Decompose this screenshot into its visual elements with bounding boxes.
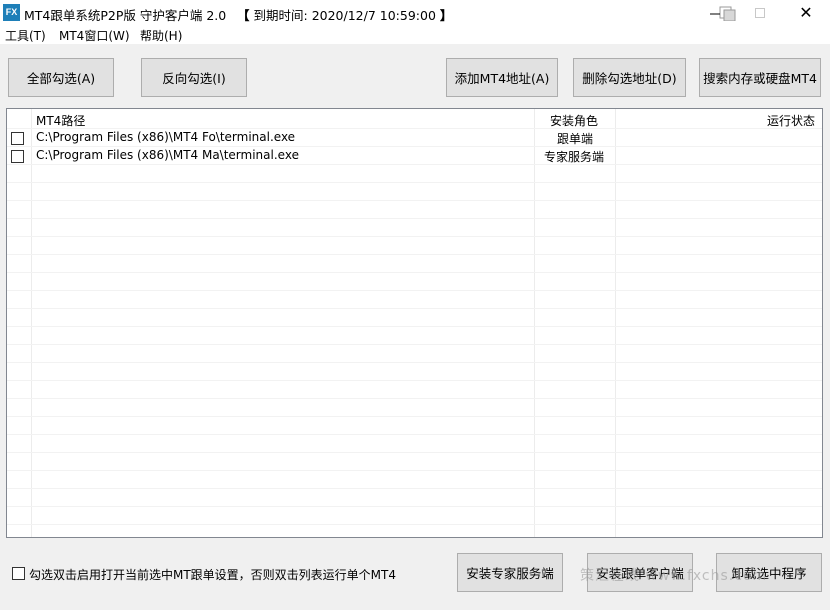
row-divider (7, 218, 822, 219)
row-divider (7, 326, 822, 327)
expiry-info: 【 到期时间: 2020/12/7 10:59:00 】 (237, 5, 452, 24)
double-click-settings-label[interactable]: 勾选双击启用打开当前选中MT跟单设置，否则双击列表运行单个MT4 (29, 566, 396, 583)
row-divider (7, 470, 822, 471)
row-checkbox[interactable] (11, 132, 24, 145)
select-all-button[interactable]: 全部勾选(A) (8, 58, 114, 97)
expiry-label: 到期时间: (253, 8, 308, 23)
restore-windows-icon[interactable] (708, 5, 738, 21)
row-divider (7, 272, 822, 273)
expiry-open-bracket: 【 (237, 8, 250, 23)
menu-tools[interactable]: 工具(T) (5, 27, 46, 44)
column-divider (615, 109, 616, 537)
double-click-settings-checkbox[interactable] (12, 567, 25, 580)
menu-mt4-window[interactable]: MT4窗口(W) (59, 27, 130, 44)
row-divider (7, 506, 822, 507)
row-divider (7, 344, 822, 345)
watermark: 策汇在线 www.fxchs.com (580, 568, 768, 584)
column-divider (534, 109, 535, 537)
search-mt4-button[interactable]: 搜索内存或硬盘MT4 (699, 58, 821, 97)
close-icon: ✕ (799, 3, 813, 22)
app-logo-icon: FX (3, 4, 20, 21)
window-title: MT4跟单系统P2P版 守护客户端 2.0 (24, 8, 227, 23)
row-divider (7, 416, 822, 417)
row-divider (7, 380, 822, 381)
title-bar: FX MT4跟单系统P2P版 守护客户端 2.0 【 到期时间: 2020/12… (0, 0, 830, 26)
maximize-icon (755, 8, 765, 18)
row-divider (7, 200, 822, 201)
row-divider (7, 128, 822, 129)
row-divider (7, 290, 822, 291)
expiry-value: 2020/12/7 10:59:00 (311, 8, 436, 23)
delete-selected-button[interactable]: 删除勾选地址(D) (573, 58, 686, 97)
row-divider (7, 488, 822, 489)
maximize-button[interactable] (737, 0, 783, 26)
row-divider (7, 434, 822, 435)
column-header-status[interactable]: 运行状态 (767, 112, 815, 129)
row-divider (7, 452, 822, 453)
row-path[interactable]: C:\Program Files (x86)\MT4 Fo\terminal.e… (36, 130, 295, 144)
install-expert-server-button[interactable]: 安装专家服务端 (457, 553, 563, 592)
row-role[interactable]: 跟单端 (557, 130, 593, 147)
close-button[interactable]: ✕ (783, 0, 829, 26)
row-divider (7, 398, 822, 399)
row-checkbox[interactable] (11, 150, 24, 163)
menu-bar: 工具(T) MT4窗口(W) 帮助(H) (0, 26, 830, 44)
column-header-path[interactable]: MT4路径 (36, 112, 85, 129)
row-divider (7, 362, 822, 363)
row-divider (7, 254, 822, 255)
row-path[interactable]: C:\Program Files (x86)\MT4 Ma\terminal.e… (36, 148, 299, 162)
row-divider (7, 308, 822, 309)
add-mt4-button[interactable]: 添加MT4地址(A) (446, 58, 558, 97)
row-role[interactable]: 专家服务端 (544, 148, 604, 165)
row-divider (7, 164, 822, 165)
column-divider (31, 109, 32, 537)
invert-select-button[interactable]: 反向勾选(I) (141, 58, 247, 97)
row-divider (7, 524, 822, 525)
row-divider (7, 182, 822, 183)
row-divider (7, 236, 822, 237)
mt4-list[interactable]: MT4路径 安装角色 运行状态 C:\Program Files (x86)\M… (6, 108, 823, 538)
menu-help[interactable]: 帮助(H) (140, 27, 182, 44)
column-header-role[interactable]: 安装角色 (550, 112, 598, 129)
row-divider (7, 146, 822, 147)
expiry-close-bracket: 】 (439, 8, 453, 23)
